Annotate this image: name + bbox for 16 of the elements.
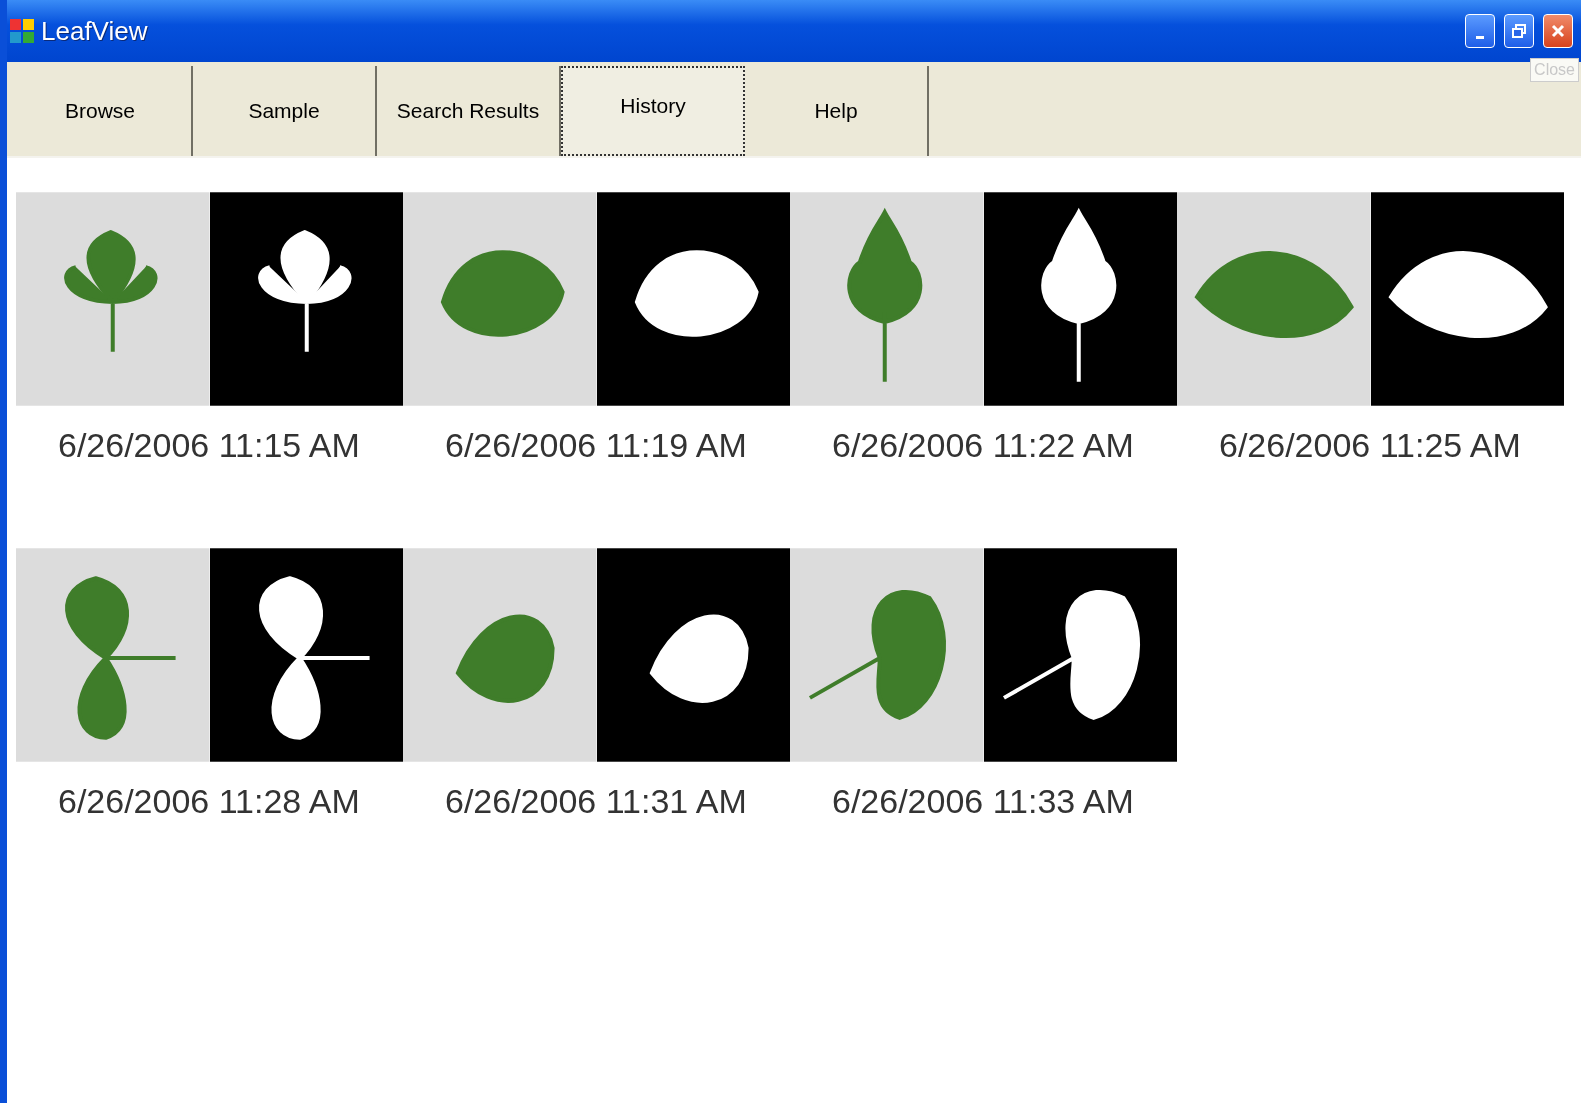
app-icon [9,18,35,44]
window-title: LeafView [41,15,149,47]
timestamp: 6/26/2006 11:25 AM [1219,426,1522,465]
minimize-button[interactable] [1465,14,1495,48]
close-button[interactable] [1543,14,1573,48]
minimize-icon [1476,35,1484,39]
timestamp: 6/26/2006 11:28 AM [58,782,361,821]
close-icon [1550,23,1566,39]
timestamp: 6/26/2006 11:15 AM [58,426,361,465]
tab[interactable]: History [561,66,745,156]
restore-icon [1512,24,1526,38]
timestamp: 6/26/2006 11:31 AM [445,782,748,821]
timestamp: 6/26/2006 11:22 AM [832,426,1135,465]
restore-button[interactable] [1504,14,1534,48]
timestamp: 6/26/2006 11:33 AM [832,782,1135,821]
timestamp: 6/26/2006 11:19 AM [445,426,748,465]
